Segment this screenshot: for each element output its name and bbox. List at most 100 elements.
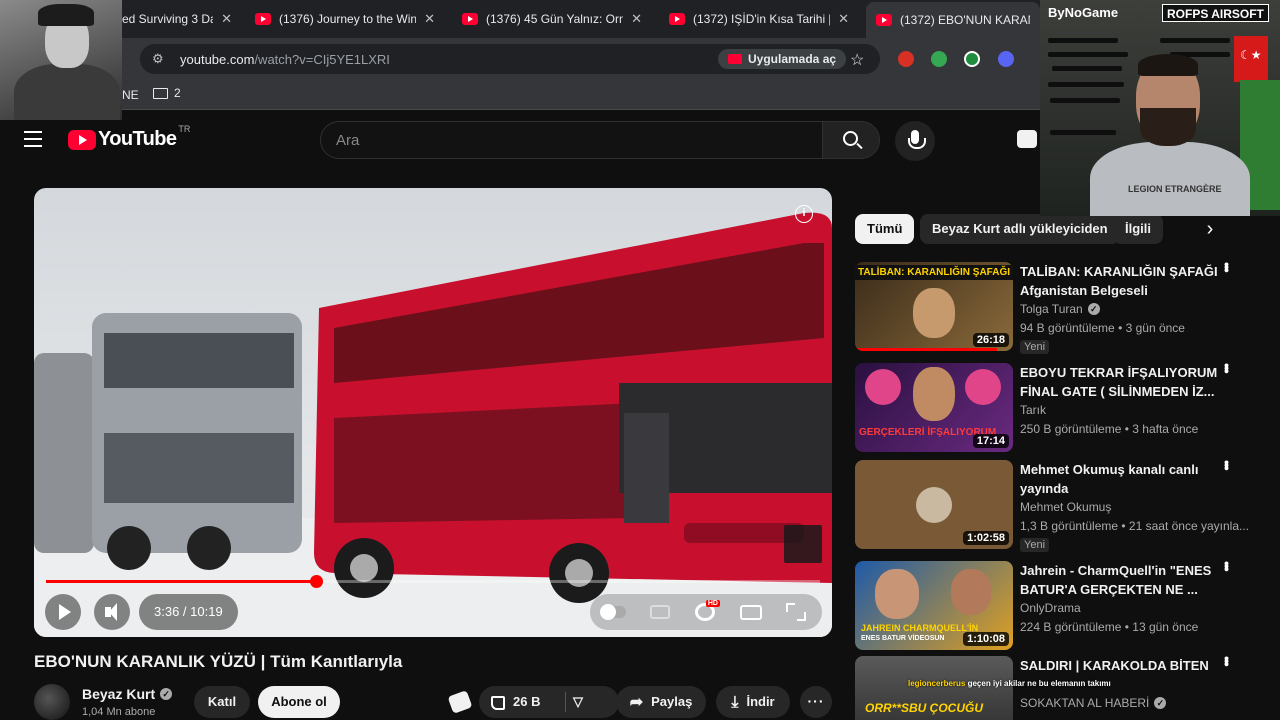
- settings-gear-icon[interactable]: HD: [695, 600, 720, 621]
- voice-search-mic-icon[interactable]: [895, 121, 935, 161]
- channel-avatar[interactable]: [34, 684, 70, 720]
- chip-from-uploader[interactable]: Beyaz Kurt adlı yükleyiciden: [920, 214, 1120, 244]
- new-badge: Yeni: [1020, 538, 1050, 552]
- more-vert-icon[interactable]: •••: [1219, 460, 1235, 469]
- video-thumbnail[interactable]: GERÇEKLERİ İFŞALIYORUM 17:14: [855, 363, 1013, 452]
- close-icon[interactable]: ✕: [424, 11, 435, 27]
- stream-chat-caption: legioncerberus geçen iyi akilar ne bu el…: [908, 679, 1111, 688]
- extension-icon[interactable]: [898, 51, 914, 67]
- related-title[interactable]: SALDIRI | KARAKOLDA BİTEN: [1020, 656, 1235, 675]
- chip-related[interactable]: İlgili: [1113, 214, 1163, 244]
- screen: ed Surviving 3 Da ✕ (1376) Journey to th…: [0, 0, 1280, 720]
- play-button[interactable]: [45, 594, 81, 630]
- extension-icon[interactable]: [931, 51, 947, 67]
- close-icon[interactable]: ✕: [631, 11, 642, 27]
- youtube-app-icon: [728, 54, 742, 64]
- like-separator: [565, 692, 566, 712]
- create-icon[interactable]: [1017, 130, 1037, 148]
- video-thumbnail[interactable]: ORR**SBU ÇOCUĞU: [855, 656, 1013, 720]
- like-icon[interactable]: [491, 695, 505, 710]
- join-button[interactable]: Katıl: [194, 686, 250, 718]
- url-text: youtube.com/watch?v=CIj5YE1LXRI: [180, 52, 390, 67]
- video-duration: 1:02:58: [963, 531, 1009, 545]
- related-video[interactable]: ORR**SBU ÇOCUĞU SALDIRI | KARAKOLDA BİTE…: [855, 656, 1255, 720]
- shirt-text: LEGION ETRANGÈRE: [1128, 184, 1222, 194]
- chevron-right-icon[interactable]: ›: [1198, 214, 1222, 244]
- volume-icon[interactable]: [94, 594, 130, 630]
- download-button[interactable]: ⤓ İndir: [716, 686, 790, 718]
- like-count[interactable]: 26 B: [513, 694, 540, 709]
- chip-all[interactable]: Tümü: [855, 214, 915, 244]
- related-video[interactable]: JAHREIN CHARMQUELL'İN ENES BATUR VİDEOSU…: [855, 561, 1255, 651]
- wall-rifle: [1160, 38, 1230, 43]
- ask-ai-icon[interactable]: [447, 690, 473, 714]
- thumbnail-text: TALİBAN: KARANLIĞIN ŞAFAĞI: [855, 265, 1013, 280]
- search-input[interactable]: Ara: [320, 121, 822, 159]
- related-channel[interactable]: Tolga Turan ✓: [1020, 302, 1100, 316]
- thumbnail-subtext: ENES BATUR VİDEOSUN: [861, 635, 945, 642]
- dislike-icon[interactable]: ▽: [573, 686, 583, 718]
- info-icon[interactable]: i: [795, 205, 813, 223]
- tab-title: (1376) Journey to the Winter: [279, 12, 417, 26]
- youtube-favicon-icon: [669, 13, 685, 25]
- related-title[interactable]: EBOYU TEKRAR İFŞALIYORUM FİNAL GATE ( Sİ…: [1020, 363, 1235, 401]
- channel-name[interactable]: Beyaz Kurt ✓: [82, 686, 173, 702]
- more-vert-icon[interactable]: •••: [1219, 262, 1235, 271]
- browser-tab[interactable]: (1376) 45 Gün Yalnız: Orman ✕: [452, 4, 652, 34]
- download-label: İndir: [746, 694, 775, 709]
- channel-name-text: Beyaz Kurt: [82, 686, 156, 702]
- related-title[interactable]: Mehmet Okumuş kanalı canlı yayında: [1020, 460, 1235, 498]
- open-in-app-button[interactable]: Uygulamada aç: [718, 49, 847, 69]
- close-icon[interactable]: ✕: [221, 11, 232, 27]
- video-thumbnail[interactable]: 1:02:58: [855, 460, 1013, 549]
- subtitles-icon[interactable]: [650, 605, 670, 619]
- video-thumbnail[interactable]: TALİBAN: KARANLIĞIN ŞAFAĞI 26:18: [855, 262, 1013, 351]
- related-channel-name: OnlyDrama: [1020, 601, 1081, 615]
- related-title[interactable]: Jahrein - CharmQuell'in "ENES BATUR'A GE…: [1020, 561, 1235, 599]
- related-channel[interactable]: SOKAKTAN AL HABERİ ✓: [1020, 696, 1167, 710]
- close-icon[interactable]: ✕: [838, 11, 849, 27]
- related-channel[interactable]: OnlyDrama: [1020, 601, 1081, 615]
- theater-mode-icon[interactable]: [740, 605, 762, 620]
- youtube-logo[interactable]: YouTube TR: [68, 124, 190, 151]
- browser-tab[interactable]: ed Surviving 3 Da ✕: [112, 4, 242, 34]
- search-button[interactable]: [822, 121, 880, 159]
- video-frame-buses: [34, 212, 832, 637]
- site-settings-icon[interactable]: ⚙: [152, 51, 168, 67]
- video-thumbnail[interactable]: JAHREIN CHARMQUELL'İN ENES BATUR VİDEOSU…: [855, 561, 1013, 650]
- extension-icon[interactable]: [998, 51, 1014, 67]
- channel-watermark[interactable]: [784, 525, 822, 563]
- browser-tab[interactable]: (1372) IŞİD'in Kısa Tarihi [ Ku ✕: [659, 4, 859, 34]
- more-vert-icon[interactable]: •••: [1219, 656, 1235, 665]
- share-button[interactable]: ➦ Paylaş: [616, 686, 706, 718]
- related-channel[interactable]: Tarık: [1020, 403, 1046, 417]
- more-vert-icon[interactable]: •••: [1219, 561, 1235, 570]
- related-title[interactable]: TALİBAN: KARANLIĞIN ŞAFAĞI Afganistan Be…: [1020, 262, 1235, 300]
- related-meta: 224 B görüntüleme • 13 gün önce: [1020, 620, 1199, 634]
- related-channel-name: Tarık: [1020, 403, 1047, 417]
- browser-tab[interactable]: (1376) Journey to the Winter ✕: [245, 4, 445, 34]
- browser-tab-active[interactable]: (1372) EBO'NUN KARANLIK: [866, 2, 1040, 38]
- more-actions-icon[interactable]: ···: [800, 686, 832, 718]
- fullscreen-icon[interactable]: [786, 603, 806, 621]
- video-player[interactable]: i 3:36 / 10:19 HD: [34, 188, 832, 637]
- related-video[interactable]: TALİBAN: KARANLIĞIN ŞAFAĞI 26:18 TALİBAN…: [855, 262, 1255, 354]
- related-meta: 1,3 B görüntüleme • 21 saat önce yayınla…: [1020, 519, 1250, 533]
- open-in-app-label: Uygulamada aç: [748, 52, 837, 66]
- youtube-favicon-icon: [255, 13, 271, 25]
- wall-rifle: [1048, 38, 1118, 43]
- progress-bar[interactable]: [46, 575, 820, 588]
- related-video[interactable]: GERÇEKLERİ İFŞALIYORUM 17:14 EBOYU TEKRA…: [855, 363, 1255, 453]
- extension-icon[interactable]: [964, 51, 980, 67]
- bookmark-star-icon[interactable]: ☆: [850, 50, 864, 70]
- autoplay-toggle[interactable]: [600, 604, 626, 620]
- thumbnail-figure: [875, 569, 919, 619]
- bookmark-item[interactable]: NE: [122, 88, 139, 102]
- related-video[interactable]: 1:02:58 Mehmet Okumuş kanalı canlı yayın…: [855, 460, 1255, 552]
- bookmark-folder[interactable]: 2: [153, 86, 181, 100]
- scrubber-handle[interactable]: [310, 575, 324, 588]
- hamburger-menu-icon[interactable]: [24, 131, 42, 147]
- subscribe-button[interactable]: Abone ol: [258, 686, 340, 718]
- related-channel[interactable]: Mehmet Okumuş: [1020, 500, 1111, 514]
- more-vert-icon[interactable]: •••: [1219, 363, 1235, 372]
